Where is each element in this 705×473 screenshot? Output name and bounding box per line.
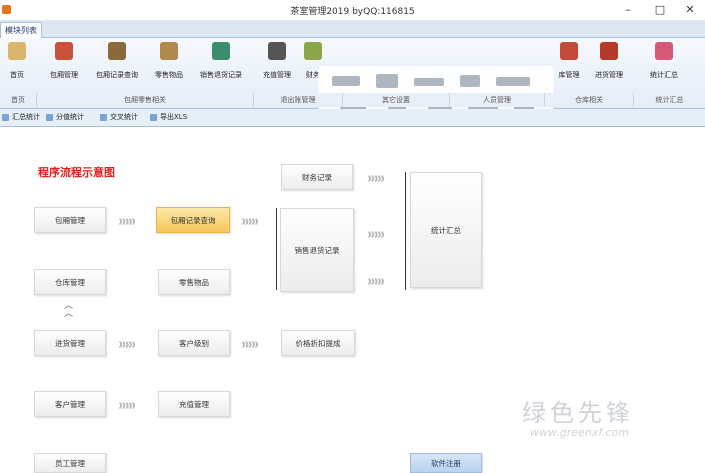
watermark-url: www.greenxf.com: [530, 426, 629, 439]
arrow-sales-stats-2: 》》》》》: [368, 278, 388, 286]
score-stats-button[interactable]: 分值统计: [46, 111, 84, 124]
cross-icon: [100, 114, 107, 121]
recharge-button[interactable]: 充值管理: [258, 40, 296, 88]
group-stats: 统计汇总: [634, 93, 705, 107]
group-room-retail: 包厢零售相关: [37, 93, 254, 107]
bracket-line-left: [276, 208, 277, 290]
maximize-button[interactable]: □: [647, 2, 673, 18]
node-stats-summary[interactable]: 统计汇总: [410, 172, 482, 288]
flow-title: 程序流程示意图: [38, 166, 115, 179]
gear-icon: [268, 42, 286, 60]
node-sales-return-record[interactable]: 销售退货记录: [280, 208, 354, 292]
arrow-room-query: 》》》》》: [119, 218, 139, 226]
retail-icon: [160, 42, 178, 60]
finance-icon: [304, 42, 322, 60]
module-tab-row: 模块列表: [0, 20, 705, 38]
node-purchase-manage[interactable]: 进货管理: [34, 330, 106, 356]
record-query-icon: [108, 42, 126, 60]
room-manage-button[interactable]: 包厢管理: [46, 40, 82, 88]
arrow-customer-recharge: 》》》》》: [119, 402, 139, 410]
arrow-sales-stats-1: 》》》》》: [368, 231, 388, 239]
home-icon: [8, 42, 26, 60]
warehouse-icon: [560, 42, 578, 60]
purchase-manage-button[interactable]: 进货管理: [589, 40, 629, 88]
score-icon: [46, 114, 53, 121]
software-register-button[interactable]: 软件注册: [410, 453, 482, 473]
room-record-query-button[interactable]: 包厢记录查询: [90, 40, 144, 88]
node-recharge-manage[interactable]: 充值管理: [158, 391, 230, 417]
bracket-line-right: [405, 172, 406, 290]
node-finance-record[interactable]: 财务记录: [281, 164, 353, 190]
export-icon: [150, 114, 157, 121]
tab-module-list[interactable]: 模块列表: [0, 22, 42, 38]
arrow-query-sales: 》》》》》: [242, 218, 262, 226]
group-warehouse: 仓库相关: [545, 93, 634, 107]
group-checkout: 退出账管理: [254, 93, 343, 107]
node-customer-level[interactable]: 客户级别: [158, 330, 230, 356]
group-home: 首页: [0, 93, 37, 107]
summary-icon: [2, 114, 9, 121]
stats-toolbar: 汇总统计 分值统计 交叉统计 导出XLS: [0, 109, 705, 127]
stats-summary-button[interactable]: 统计汇总: [642, 40, 686, 88]
ribbon: 首页 包厢管理 包厢记录查询 零售物品 销售退货记录 充值管理 财务 库管理 进…: [0, 38, 705, 130]
room-icon: [55, 42, 73, 60]
node-room-manage[interactable]: 包厢管理: [34, 207, 106, 233]
minimize-button[interactable]: –: [615, 2, 641, 18]
node-staff-manage[interactable]: 员工管理: [34, 453, 106, 473]
cross-stats-button[interactable]: 交叉统计: [100, 111, 138, 124]
node-room-record-query[interactable]: 包厢记录查询: [156, 207, 230, 233]
title-bar: 茶室管理2019 byQQ:116815 – □ ✕: [0, 0, 705, 20]
chart-icon: [655, 42, 673, 60]
arrow-finance-stats: 》》》》》: [368, 175, 388, 183]
arrow-purchase-level: 》》》》》: [119, 341, 139, 349]
close-button[interactable]: ✕: [677, 2, 703, 18]
summary-stats-button[interactable]: 汇总统计: [2, 111, 40, 124]
retail-items-button[interactable]: 零售物品: [150, 40, 188, 88]
home-button[interactable]: 首页: [3, 40, 31, 88]
group-other-settings: 其它设置: [343, 93, 450, 107]
warehouse-manage-button[interactable]: 库管理: [555, 40, 583, 88]
sales-return-button[interactable]: 销售退货记录: [194, 40, 248, 88]
arrow-level-discount: 》》》》》: [242, 341, 262, 349]
export-xls-button[interactable]: 导出XLS: [150, 111, 187, 124]
watermark-logo: 绿色先锋: [522, 399, 634, 427]
group-staff: 人员管理: [450, 93, 545, 107]
sales-return-icon: [212, 42, 230, 60]
up-arrow-icon-2: ︿: [64, 309, 74, 319]
node-customer-manage[interactable]: 客户管理: [34, 391, 106, 417]
window-title: 茶室管理2019 byQQ:116815: [290, 7, 415, 17]
node-retail-items[interactable]: 零售物品: [158, 269, 230, 295]
truck-icon: [600, 42, 618, 60]
node-price-discount[interactable]: 价格折扣提成: [281, 330, 355, 356]
ribbon-group-labels: 首页 包厢零售相关 退出账管理 其它设置 人员管理 仓库相关 统计汇总: [0, 93, 705, 107]
node-warehouse-manage[interactable]: 仓库管理: [34, 269, 106, 295]
